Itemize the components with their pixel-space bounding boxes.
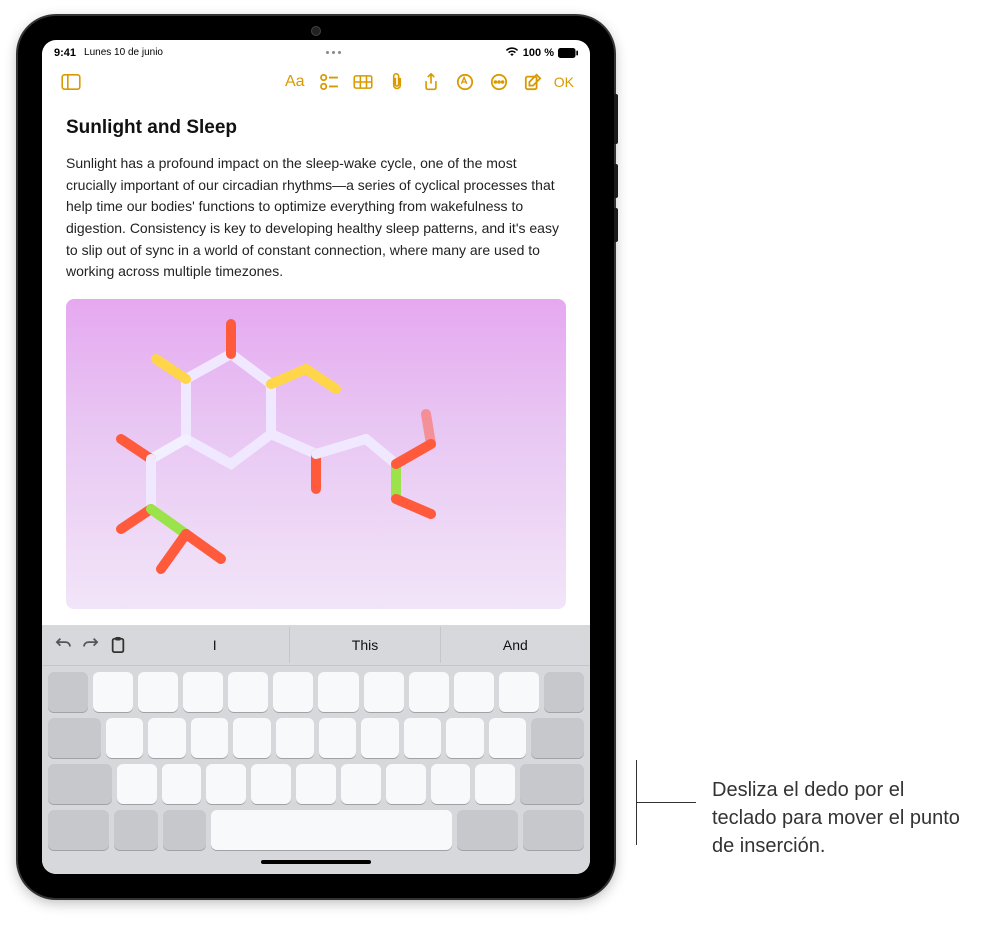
status-bar: 9:41 Lunes 10 de junio 100 % [42,40,590,61]
key[interactable] [117,764,157,804]
key[interactable] [475,764,515,804]
globe-key[interactable] [114,810,158,850]
key[interactable] [489,718,527,758]
key[interactable] [48,718,101,758]
spacebar[interactable] [211,810,451,850]
table-icon[interactable] [346,69,380,95]
key[interactable] [296,764,336,804]
battery-percent: 100 % [523,47,554,59]
keyboard[interactable]: I This And [42,625,590,874]
key[interactable] [183,672,223,712]
toolbar: Aa OK [42,61,590,103]
key[interactable] [544,672,584,712]
battery-icon [558,48,578,58]
suggestion-words: I This And [140,627,590,663]
key[interactable] [319,718,357,758]
numbers-key[interactable] [457,810,518,850]
key[interactable] [138,672,178,712]
molecule-illustration [66,299,446,609]
key[interactable] [341,764,381,804]
numbers-key[interactable] [48,810,109,850]
key[interactable] [276,718,314,758]
volume-down-button[interactable] [614,208,618,242]
status-time: 9:41 [54,47,76,59]
compose-icon[interactable] [516,69,550,95]
key[interactable] [364,672,404,712]
dismiss-keyboard-key[interactable] [523,810,584,850]
key[interactable] [148,718,186,758]
callout-leader-line [640,760,695,762]
sidebar-toggle-icon[interactable] [54,69,88,95]
power-button[interactable] [614,94,618,144]
checklist-icon[interactable] [312,69,346,95]
more-icon[interactable] [482,69,516,95]
key[interactable] [404,718,442,758]
attachment-icon[interactable] [380,69,414,95]
status-date: Lunes 10 de junio [84,47,163,58]
key[interactable] [446,718,484,758]
share-icon[interactable] [414,69,448,95]
callout-text: Desliza el dedo por el teclado para move… [712,776,972,860]
key[interactable] [409,672,449,712]
shift-key[interactable] [48,764,112,804]
wifi-icon [505,46,519,59]
note-content[interactable]: Sunlight and Sleep Sunlight has a profou… [42,103,590,625]
keyboard-keys[interactable] [42,666,590,874]
key[interactable] [228,672,268,712]
markup-icon[interactable] [448,69,482,95]
status-right: 100 % [505,46,578,59]
note-title[interactable]: Sunlight and Sleep [66,117,566,139]
key[interactable] [93,672,133,712]
screen: 9:41 Lunes 10 de junio 100 % [42,40,590,874]
undo-icon[interactable] [54,636,72,654]
key[interactable] [48,672,88,712]
multitask-dots[interactable] [163,51,505,54]
mic-key[interactable] [163,810,207,850]
key[interactable] [431,764,471,804]
note-body[interactable]: Sunlight has a profound impact on the sl… [66,153,566,283]
key[interactable] [318,672,358,712]
home-indicator[interactable] [261,860,371,864]
suggestion-bar: I This And [42,625,590,666]
key[interactable] [206,764,246,804]
key[interactable] [386,764,426,804]
format-icon[interactable]: Aa [278,69,312,95]
status-left: 9:41 Lunes 10 de junio [54,47,163,59]
key[interactable] [361,718,399,758]
ipad-device-frame: 9:41 Lunes 10 de junio 100 % [18,16,614,898]
key[interactable] [233,718,271,758]
key[interactable] [251,764,291,804]
done-button[interactable]: OK [550,69,578,95]
note-attached-image[interactable] [66,299,566,609]
suggestion-word-2[interactable]: This [289,627,439,663]
front-camera [311,26,321,36]
key[interactable] [162,764,202,804]
key[interactable] [191,718,229,758]
clipboard-icon[interactable] [110,636,128,654]
key[interactable] [273,672,313,712]
volume-up-button[interactable] [614,164,618,198]
key[interactable] [454,672,494,712]
redo-icon[interactable] [82,636,100,654]
shift-key[interactable] [520,764,584,804]
key[interactable] [531,718,584,758]
key[interactable] [499,672,539,712]
suggestion-word-1[interactable]: I [140,627,289,663]
key[interactable] [106,718,144,758]
suggestion-word-3[interactable]: And [440,627,590,663]
